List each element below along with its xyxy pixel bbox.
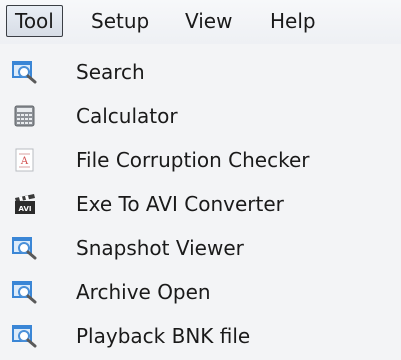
menu-item-playback-bnk-file[interactable]: Playback BNK file xyxy=(0,314,401,358)
menu-item-archive-open[interactable]: Archive Open xyxy=(0,270,401,314)
menu-item-exe-to-avi-converter[interactable]: AVI Exe To AVI Converter xyxy=(0,182,401,226)
menu-bar: Tool Setup View Help xyxy=(0,0,401,44)
menu-item-label: Calculator xyxy=(76,104,178,128)
magnifier-window-icon xyxy=(12,236,38,260)
menu-item-label: Exe To AVI Converter xyxy=(76,192,284,216)
menu-view[interactable]: View xyxy=(177,5,240,37)
magnifier-window-icon xyxy=(12,60,38,84)
menu-item-label: Snapshot Viewer xyxy=(76,236,244,260)
menu-item-calculator[interactable]: Calculator xyxy=(0,94,401,138)
menu-item-file-corruption-checker[interactable]: A File Corruption Checker xyxy=(0,138,401,182)
menu-tool[interactable]: Tool xyxy=(6,5,63,37)
menu-help[interactable]: Help xyxy=(262,5,324,37)
magnifier-window-icon xyxy=(12,324,38,348)
svg-text:AVI: AVI xyxy=(19,205,32,213)
menu-item-label: Playback BNK file xyxy=(76,324,251,348)
menu-item-label: Search xyxy=(76,60,145,84)
calculator-icon xyxy=(12,104,38,128)
magnifier-window-icon xyxy=(12,280,38,304)
menu-setup[interactable]: Setup xyxy=(83,5,157,37)
clapperboard-avi-icon: AVI xyxy=(12,192,38,216)
tool-dropdown-menu: Search Calculator A File Corruption Chec… xyxy=(0,44,401,360)
menu-item-search[interactable]: Search xyxy=(0,50,401,94)
menu-item-label: File Corruption Checker xyxy=(76,148,310,172)
svg-text:A: A xyxy=(20,156,29,167)
app-window: Tool Setup View Help Search Calculator A… xyxy=(0,0,401,360)
document-check-icon: A xyxy=(12,148,38,172)
menu-item-label: Archive Open xyxy=(76,280,211,304)
menu-item-snapshot-viewer[interactable]: Snapshot Viewer xyxy=(0,226,401,270)
